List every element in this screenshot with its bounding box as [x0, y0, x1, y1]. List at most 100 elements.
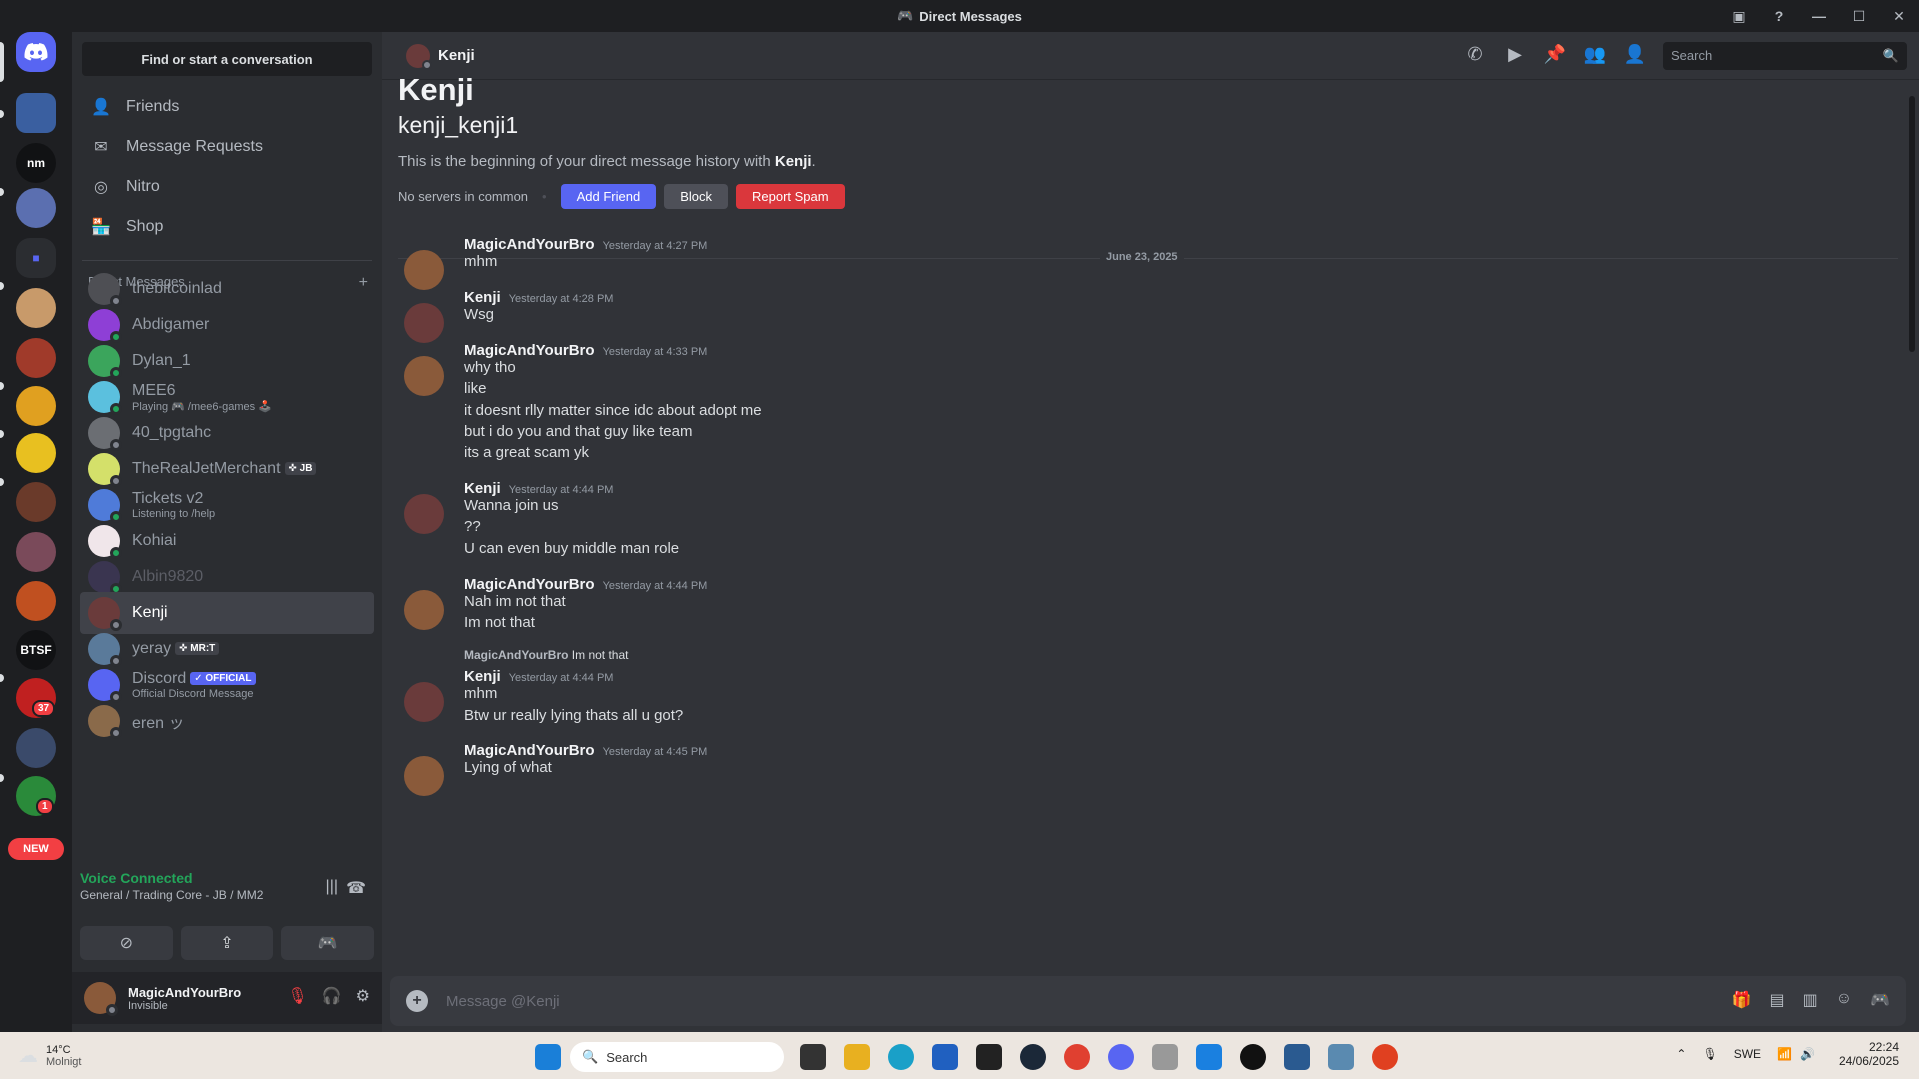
nav-shop[interactable]: 🏪 Shop	[80, 208, 374, 246]
start-icon[interactable]	[535, 1044, 561, 1070]
user-name: MagicAndYourBro	[128, 984, 242, 1000]
add-friend-button[interactable]: Add Friend	[560, 184, 657, 209]
avatar	[88, 597, 122, 631]
help-icon[interactable]: ?	[1759, 8, 1799, 24]
server-icon[interactable]	[16, 433, 56, 473]
mic-muted-icon[interactable]: 🎙	[287, 986, 307, 1006]
server-icon[interactable]	[16, 188, 56, 228]
server-icon[interactable]	[16, 728, 56, 768]
mic-icon[interactable]: 🎙	[1702, 1047, 1717, 1061]
app-icon[interactable]	[1284, 1044, 1310, 1070]
avatar[interactable]	[404, 250, 444, 290]
tray-chevron-icon[interactable]: ⌃	[1676, 1047, 1686, 1061]
activity-icon[interactable]: 🎮	[1870, 990, 1890, 1010]
search-icon: 🔍	[582, 1049, 599, 1064]
mouse-icon[interactable]	[1152, 1044, 1178, 1070]
steam-icon[interactable]	[1020, 1044, 1046, 1070]
server-icon[interactable]	[16, 288, 56, 328]
deafen-icon[interactable]: 🎧	[322, 986, 342, 1006]
find-conversation-button[interactable]: Find or start a conversation	[82, 42, 372, 76]
server-icon[interactable]	[16, 386, 56, 426]
app-icon[interactable]	[1328, 1044, 1354, 1070]
avatar[interactable]	[404, 303, 444, 343]
message-author[interactable]: MagicAndYourBro	[464, 342, 595, 359]
gif-icon[interactable]: ▤	[1769, 990, 1784, 1010]
dm-item[interactable]: eren ッ	[80, 700, 374, 742]
maximize-button[interactable]: ☐	[1839, 8, 1879, 25]
settings-icon[interactable]: ⚙	[356, 986, 370, 1006]
add-friends-icon[interactable]: 👥	[1575, 44, 1615, 65]
message-author[interactable]: Kenji	[464, 668, 501, 685]
folder-icon[interactable]: ■	[16, 238, 56, 278]
reply-preview[interactable]: MagicAndYourBro Im not that	[464, 648, 629, 662]
server-icon[interactable]	[16, 581, 56, 621]
file-explorer-icon[interactable]	[844, 1044, 870, 1070]
server-list: nm ■ BTSF 37 1 NEW	[0, 32, 72, 1032]
search-input[interactable]: Search 🔍	[1663, 42, 1907, 70]
noise-suppression-icon[interactable]: |||	[326, 878, 338, 896]
message-input[interactable]: Message @Kenji	[446, 993, 560, 1010]
edge-icon[interactable]	[888, 1044, 914, 1070]
avatar[interactable]	[404, 756, 444, 796]
screen-share-icon[interactable]: ⇪	[180, 926, 274, 960]
epic-games-icon[interactable]	[976, 1044, 1002, 1070]
message-author[interactable]: MagicAndYourBro	[464, 576, 595, 593]
nav-nitro[interactable]: ◎ Nitro	[80, 168, 374, 206]
app-icon[interactable]	[1240, 1044, 1266, 1070]
sticker-icon[interactable]: ▥	[1803, 990, 1818, 1010]
dm-tag: ✜ MR:T	[175, 642, 220, 656]
disconnect-icon[interactable]: ☎	[346, 878, 366, 898]
block-button[interactable]: Block	[664, 184, 728, 209]
activity-icon[interactable]: 🎮	[281, 926, 375, 960]
user-profile-icon[interactable]: 👤	[1615, 44, 1655, 65]
server-icon[interactable]: nm	[16, 143, 56, 183]
avatar[interactable]	[84, 982, 118, 1016]
taskbar-search[interactable]: 🔍 Search	[570, 1042, 784, 1072]
server-icon[interactable]	[16, 482, 56, 522]
server-icon[interactable]	[16, 532, 56, 572]
message-author[interactable]: MagicAndYourBro	[464, 742, 595, 759]
avatar	[88, 705, 122, 739]
weather-icon[interactable]: ☁	[18, 1043, 38, 1068]
gift-icon[interactable]: 🎁	[1732, 990, 1752, 1010]
store-icon[interactable]	[932, 1044, 958, 1070]
app-icon[interactable]	[1196, 1044, 1222, 1070]
minimize-button[interactable]: —	[1799, 8, 1839, 24]
attach-icon[interactable]: +	[406, 990, 428, 1012]
video-call-icon[interactable]: ▶	[1495, 44, 1535, 65]
dm-status: Playing 🎮 /mee6-games 🕹️	[132, 400, 272, 413]
camera-off-icon[interactable]: ⊘	[80, 926, 173, 960]
avatar[interactable]	[404, 590, 444, 630]
avatar[interactable]	[404, 494, 444, 534]
weather-widget[interactable]: 14°C Molnigt	[46, 1044, 81, 1068]
server-icon[interactable]	[16, 93, 56, 133]
nav-friends[interactable]: 👤 Friends	[80, 88, 374, 126]
avatar[interactable]	[404, 682, 444, 722]
voice-call-icon[interactable]: ✆	[1455, 44, 1495, 65]
inbox-icon[interactable]: ▣	[1719, 8, 1759, 25]
message-author[interactable]: Kenji	[464, 480, 501, 497]
avatar[interactable]	[404, 356, 444, 396]
message-author[interactable]: Kenji	[464, 289, 501, 306]
wifi-icon[interactable]: 📶	[1777, 1047, 1792, 1061]
close-button[interactable]: ✕	[1879, 8, 1919, 25]
task-view-icon[interactable]	[800, 1044, 826, 1070]
new-badge[interactable]: NEW	[8, 838, 64, 860]
home-button[interactable]	[16, 32, 56, 72]
emoji-icon[interactable]: ☺	[1836, 990, 1852, 1010]
server-icon[interactable]: BTSF	[16, 630, 56, 670]
chrome-icon[interactable]	[1064, 1044, 1090, 1070]
pin-icon[interactable]: 📌	[1535, 44, 1575, 65]
scrollbar[interactable]	[1909, 96, 1915, 352]
language-indicator[interactable]: SWE	[1734, 1047, 1761, 1061]
dm-name: Abdigamer	[132, 316, 210, 333]
volume-icon[interactable]: 🔊	[1800, 1047, 1815, 1061]
ea-icon[interactable]	[1372, 1044, 1398, 1070]
clock[interactable]: 22:24 24/06/2025	[1839, 1040, 1899, 1068]
report-spam-button[interactable]: Report Spam	[736, 184, 845, 209]
nav-message-requests[interactable]: ✉ Message Requests	[80, 128, 374, 166]
server-icon[interactable]	[16, 338, 56, 378]
avatar	[88, 525, 122, 559]
message-author[interactable]: MagicAndYourBro	[464, 236, 595, 253]
discord-icon[interactable]	[1108, 1044, 1134, 1070]
